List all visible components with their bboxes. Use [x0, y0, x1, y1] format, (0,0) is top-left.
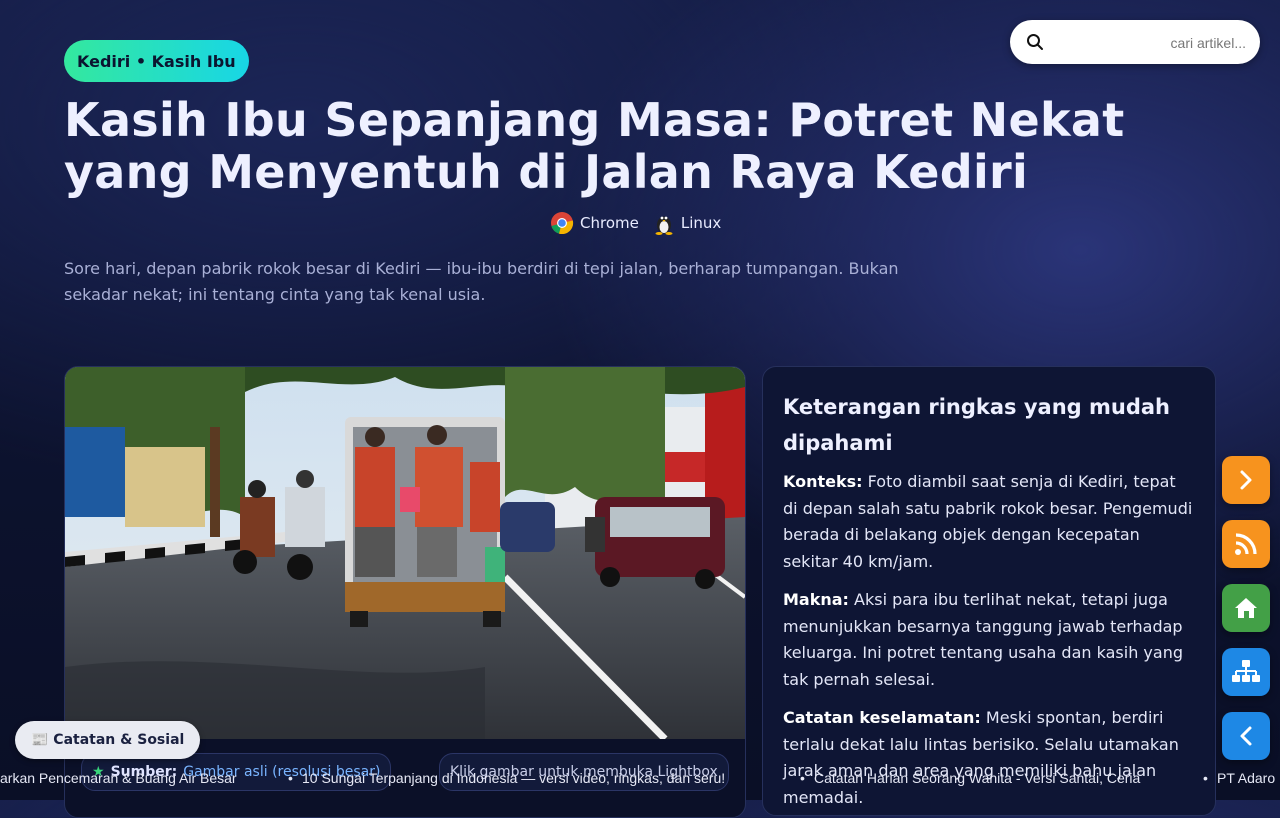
- chrome-icon: [551, 212, 574, 235]
- rss-button[interactable]: [1222, 520, 1270, 568]
- rss-icon: [1235, 533, 1257, 555]
- notes-social-button[interactable]: 📰 Catatan & Sosial: [15, 721, 201, 759]
- sitemap-button[interactable]: [1222, 648, 1270, 696]
- platform-badges: Chrome Linux: [550, 211, 721, 235]
- ticker-item[interactable]: arkan Pencemaran & Buang Air Besar: [0, 770, 237, 786]
- ticker-item[interactable]: PT Adaro: [1217, 770, 1275, 786]
- news-ticker: arkan Pencemaran & Buang Air Besar • 10 …: [0, 767, 1280, 791]
- next-button[interactable]: [1222, 456, 1270, 504]
- article-lead: Sore hari, depan pabrik rokok besar di K…: [64, 259, 899, 304]
- search-input[interactable]: [1054, 28, 1260, 58]
- info-title: Keterangan ringkas yang mudah dipahami: [783, 395, 1170, 455]
- ticker-item[interactable]: Catatan Harian Seorang Wanita - Versi Sa…: [814, 770, 1140, 786]
- ticker-bullet: •: [1203, 770, 1208, 786]
- info-panel: Keterangan ringkas yang mudah dipahami K…: [762, 366, 1216, 816]
- page-title: Kasih Ibu Sepanjang Masa: Potret Nekat y…: [64, 93, 1125, 199]
- badge-chrome: Chrome: [550, 211, 639, 235]
- tux-icon: [655, 216, 673, 235]
- chevron-left-icon: [1240, 726, 1252, 746]
- home-icon: [1235, 598, 1257, 618]
- chevron-right-icon: [1240, 470, 1252, 490]
- ticker-bullet: •: [288, 770, 293, 786]
- article-photo[interactable]: [65, 367, 745, 739]
- search-icon: [1027, 34, 1043, 50]
- info-context: Konteks: Foto diambil saat senja di Kedi…: [783, 472, 1193, 571]
- search-box[interactable]: [1010, 20, 1260, 64]
- ticker-bullet: •: [800, 770, 805, 786]
- info-safety: Catatan keselamatan: Meski spontan, berd…: [783, 708, 1179, 807]
- info-meaning: Makna: Aksi para ibu terlihat nekat, tet…: [783, 590, 1183, 689]
- sitemap-icon: [1232, 660, 1260, 682]
- badge-linux: Linux: [653, 211, 721, 235]
- back-button[interactable]: [1222, 712, 1270, 760]
- category-tag[interactable]: Kediri • Kasih Ibu: [64, 40, 249, 82]
- ticker-item[interactable]: 10 Sungai Terpanjang di Indonesia — vers…: [302, 770, 725, 786]
- home-button[interactable]: [1222, 584, 1270, 632]
